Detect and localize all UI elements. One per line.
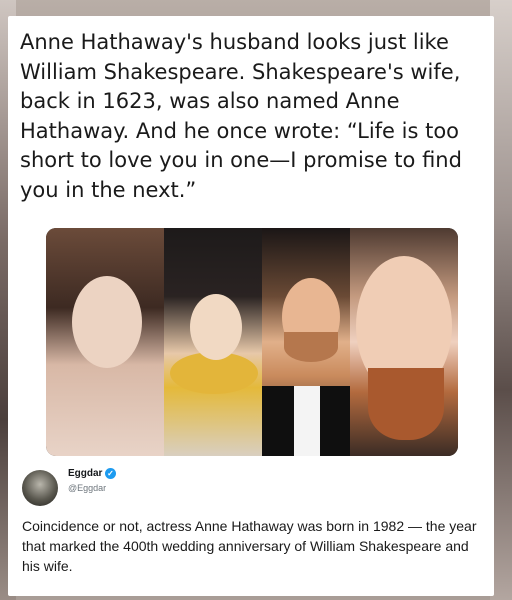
anne-hathaway-photo [46, 228, 166, 456]
beard [368, 368, 444, 440]
post-card: Anne Hathaway's husband looks just like … [8, 16, 494, 596]
author-name[interactable]: Eggdar [68, 468, 102, 479]
photo-collage [46, 228, 458, 456]
husband-photo [262, 228, 352, 456]
beard [284, 332, 338, 362]
face [190, 294, 242, 360]
william-shakespeare-portrait [350, 228, 458, 456]
quote-text: Anne Hathaway's husband looks just like … [20, 30, 462, 202]
face [72, 276, 142, 368]
shirt [294, 386, 320, 456]
caption-text: Coincidence or not, actress Anne Hathawa… [22, 518, 477, 574]
author-row[interactable]: Eggdar ✓ @Eggdar [22, 468, 322, 508]
verified-check-icon: ✓ [105, 468, 116, 479]
anne-hathaway-1623-portrait [164, 228, 264, 456]
author-handle[interactable]: @Eggdar [68, 483, 106, 493]
avatar[interactable] [22, 470, 58, 506]
